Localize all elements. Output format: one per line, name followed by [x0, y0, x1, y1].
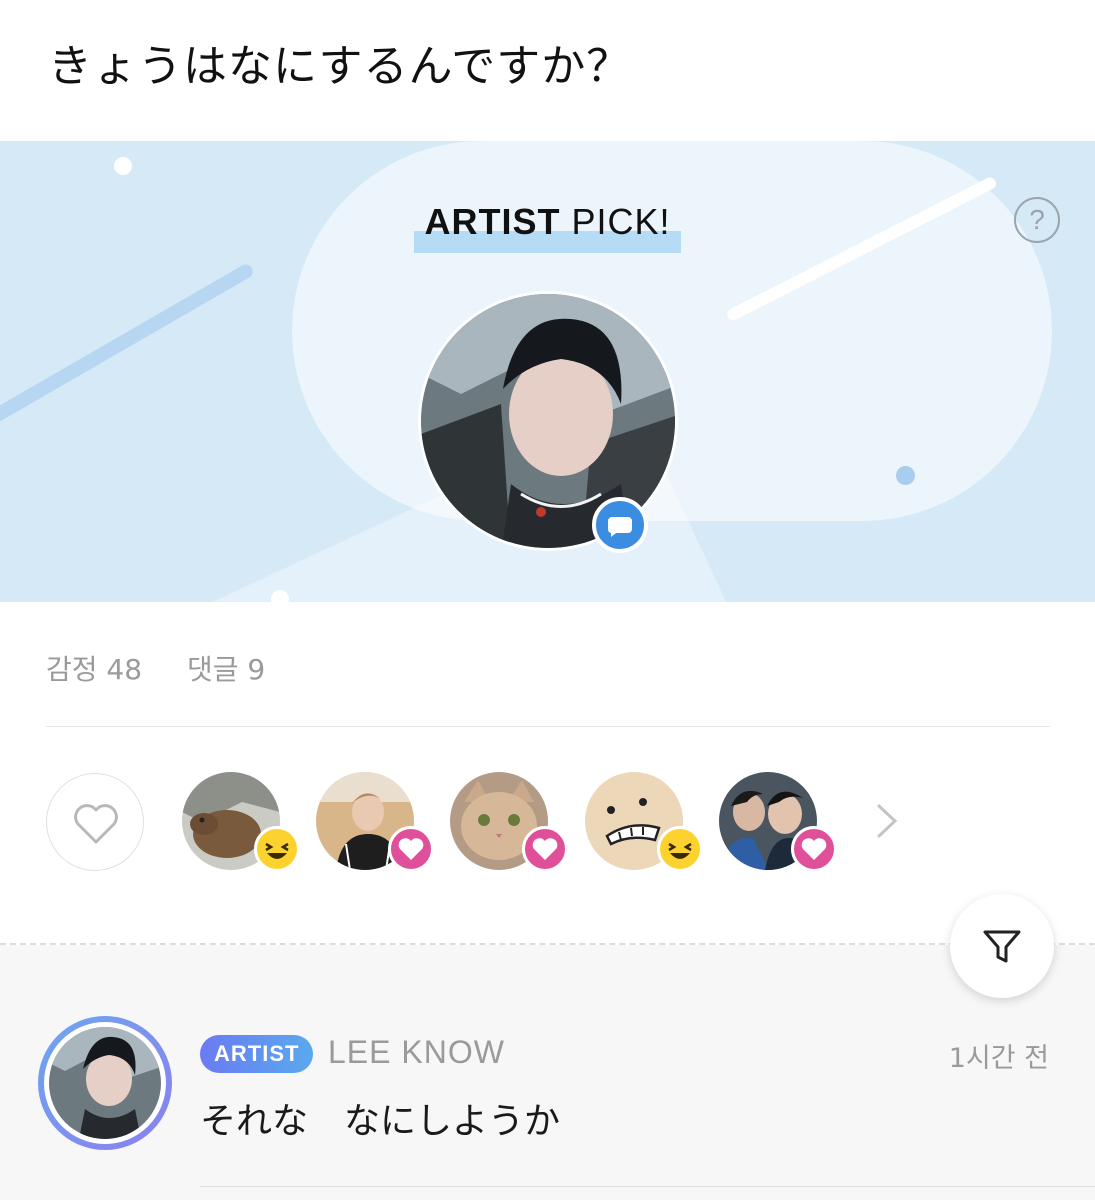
divider: [46, 726, 1050, 727]
divider: [200, 1186, 1095, 1187]
heart-emoji-icon: [791, 826, 837, 872]
reaction-user[interactable]: [585, 772, 703, 872]
comment-author[interactable]: LEE KNOW: [328, 1034, 505, 1071]
artist-pick-strong: ARTIST: [424, 201, 561, 242]
banner-decoration: [292, 141, 1052, 521]
chevron-right-icon[interactable]: [874, 802, 900, 840]
comment-time: 1시간 전: [948, 1043, 1049, 1074]
filter-icon: [983, 930, 1021, 963]
chat-badge: [592, 497, 648, 553]
emotion-count[interactable]: 감정 48: [46, 653, 142, 686]
filter-button[interactable]: [950, 894, 1054, 998]
artist-pick-title: ARTIST PICK!: [0, 201, 1095, 253]
heart-emoji-icon: [522, 826, 568, 872]
dashed-divider: [0, 943, 1095, 945]
reaction-user[interactable]: [719, 772, 837, 872]
banner-dot: [896, 466, 915, 485]
laugh-emoji-icon: [657, 826, 703, 872]
reaction-user[interactable]: [316, 772, 434, 872]
comment-count[interactable]: 댓글 9: [187, 653, 265, 686]
comment-text: それな なにしようか: [200, 1101, 561, 1142]
reaction-user[interactable]: [450, 772, 568, 872]
comment-avatar[interactable]: [44, 1022, 166, 1144]
banner-dot: [114, 157, 132, 175]
artist-pick-banner: ARTIST PICK! ?: [0, 141, 1095, 602]
artist-badge: ARTIST: [200, 1035, 314, 1073]
laugh-emoji-icon: [254, 826, 300, 872]
post-title: きょうはなにするんですか？: [48, 41, 632, 92]
artist-pick-rest: PICK!: [560, 201, 671, 242]
reaction-user[interactable]: [182, 772, 300, 872]
heart-outline-icon: [74, 804, 118, 844]
like-button[interactable]: [46, 773, 144, 871]
banner-dot: [271, 590, 289, 602]
heart-emoji-icon: [388, 826, 434, 872]
post-counts: 감정 48 댓글 9: [46, 648, 301, 688]
banner-decoration: [0, 261, 256, 455]
help-icon[interactable]: ?: [1014, 197, 1060, 243]
